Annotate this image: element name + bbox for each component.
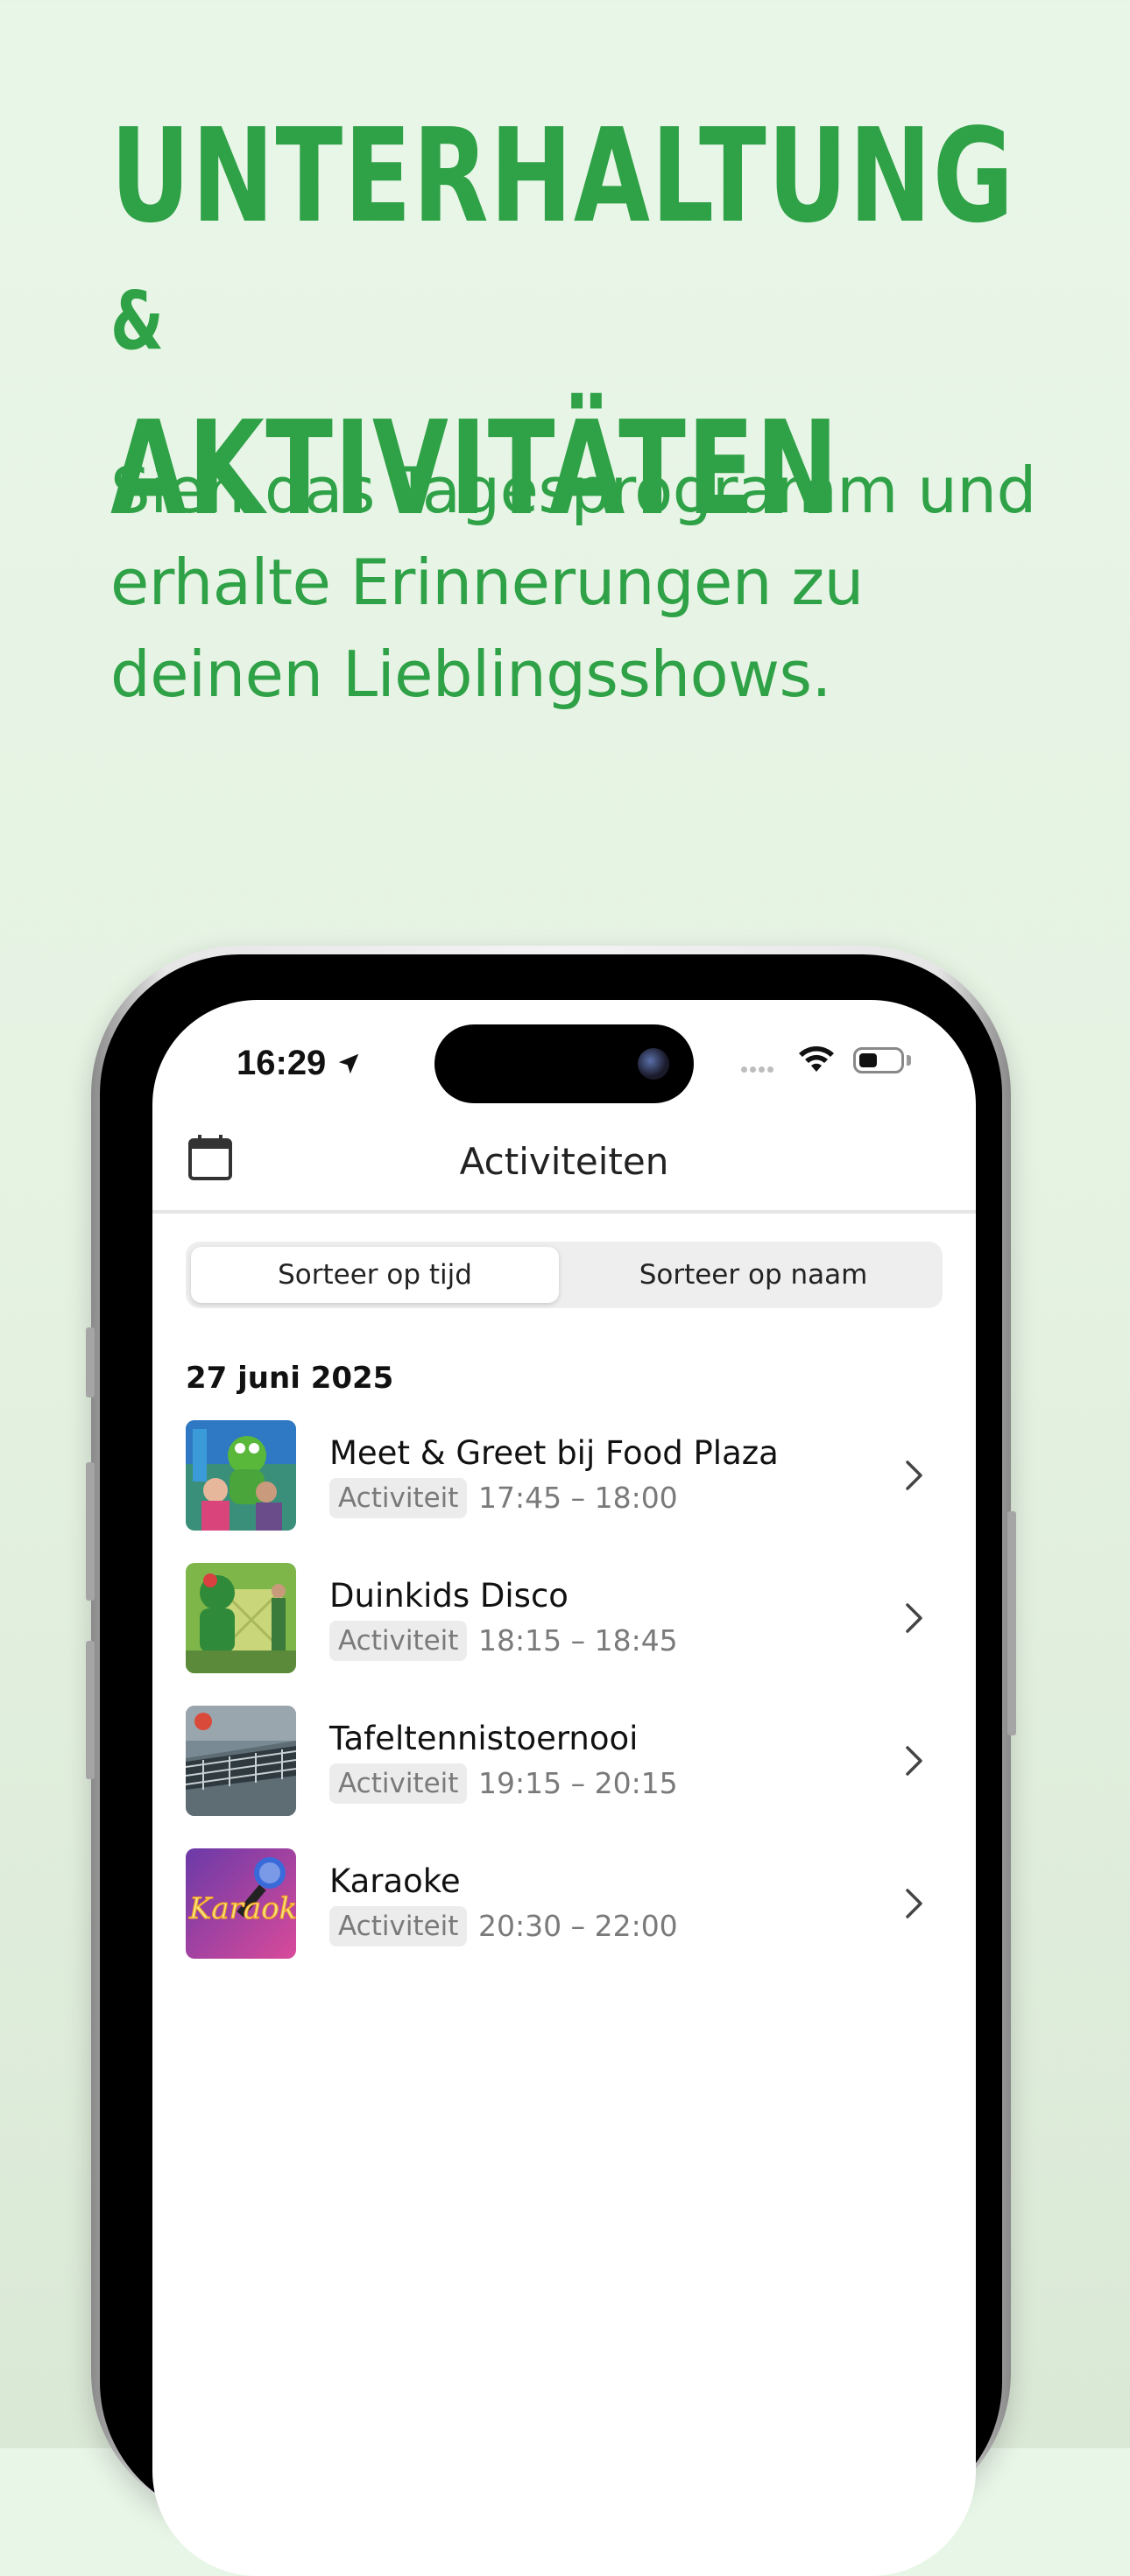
sort-by-name-tab[interactable]: Sorteer op naam bbox=[569, 1247, 937, 1303]
activity-name: Karaoke bbox=[329, 1862, 461, 1900]
headline-line1: UNTERHALTUNG bbox=[110, 101, 1015, 251]
chevron-right-icon bbox=[906, 1889, 922, 1918]
battery-tip bbox=[907, 1055, 911, 1066]
activity-category-badge: Activiteit bbox=[329, 1763, 468, 1804]
activity-row[interactable]: Karaok Karaoke Activiteit 20:30 – 22:00 bbox=[186, 1848, 943, 1959]
activity-time: 18:15 – 18:45 bbox=[478, 1623, 678, 1658]
svg-text:Karaok: Karaok bbox=[188, 1891, 296, 1926]
activity-row[interactable]: Duinkids Disco Activiteit 18:15 – 18:45 bbox=[186, 1563, 943, 1673]
activity-name: Tafeltennistoernooi bbox=[329, 1720, 639, 1757]
activity-category-badge: Activiteit bbox=[329, 1906, 468, 1946]
activity-name: Duinkids Disco bbox=[329, 1577, 569, 1615]
power-button bbox=[1007, 1511, 1016, 1735]
cellular-signal-icon bbox=[741, 1061, 776, 1077]
location-arrow-icon bbox=[339, 1053, 359, 1074]
chevron-right-icon bbox=[906, 1746, 922, 1776]
activity-name: Meet & Greet bij Food Plaza bbox=[329, 1434, 779, 1472]
sort-segmented-control: Sorteer op tijd Sorteer op naam bbox=[186, 1242, 943, 1308]
activity-thumbnail bbox=[186, 1563, 296, 1673]
camera-icon bbox=[638, 1048, 669, 1080]
page-title: Activiteiten bbox=[459, 1140, 669, 1183]
volume-up-button bbox=[86, 1462, 95, 1601]
chevron-right-icon bbox=[906, 1460, 922, 1490]
activity-time: 19:15 – 20:15 bbox=[478, 1766, 678, 1800]
phone-bezel: 16:29 Activiteiten Sorteer op tijd Sorte… bbox=[100, 954, 1002, 2576]
sort-by-time-tab[interactable]: Sorteer op tijd bbox=[191, 1247, 559, 1303]
headline-ampersand: & bbox=[110, 274, 166, 368]
activity-category-badge: Activiteit bbox=[329, 1478, 468, 1518]
battery-icon bbox=[853, 1047, 904, 1073]
activity-row[interactable]: Meet & Greet bij Food Plaza Activiteit 1… bbox=[186, 1420, 943, 1531]
dynamic-island bbox=[434, 1024, 694, 1103]
activity-thumbnail: Karaok bbox=[186, 1848, 296, 1959]
date-section-header: 27 juni 2025 bbox=[186, 1361, 394, 1396]
phone-frame: 16:29 Activiteiten Sorteer op tijd Sorte… bbox=[86, 946, 1016, 2576]
nav-bar: Activiteiten bbox=[152, 1105, 976, 1214]
wifi-icon bbox=[799, 1046, 834, 1072]
volume-down-button bbox=[86, 1641, 95, 1779]
activity-thumbnail bbox=[186, 1706, 296, 1816]
activity-thumbnail bbox=[186, 1420, 296, 1531]
chevron-right-icon bbox=[906, 1603, 922, 1633]
activity-row[interactable]: Tafeltennistoernooi Activiteit 19:15 – 2… bbox=[186, 1706, 943, 1816]
mute-switch bbox=[86, 1327, 95, 1397]
activity-time: 20:30 – 22:00 bbox=[478, 1909, 678, 1943]
status-time: 16:29 bbox=[237, 1044, 362, 1083]
app-screen: 16:29 Activiteiten Sorteer op tijd Sorte… bbox=[152, 1000, 976, 2576]
promo-subhead: Sieh das Tagesprogramm und erhalte Erinn… bbox=[110, 454, 1036, 711]
activity-time: 17:45 – 18:00 bbox=[478, 1481, 678, 1515]
activity-category-badge: Activiteit bbox=[329, 1621, 468, 1661]
